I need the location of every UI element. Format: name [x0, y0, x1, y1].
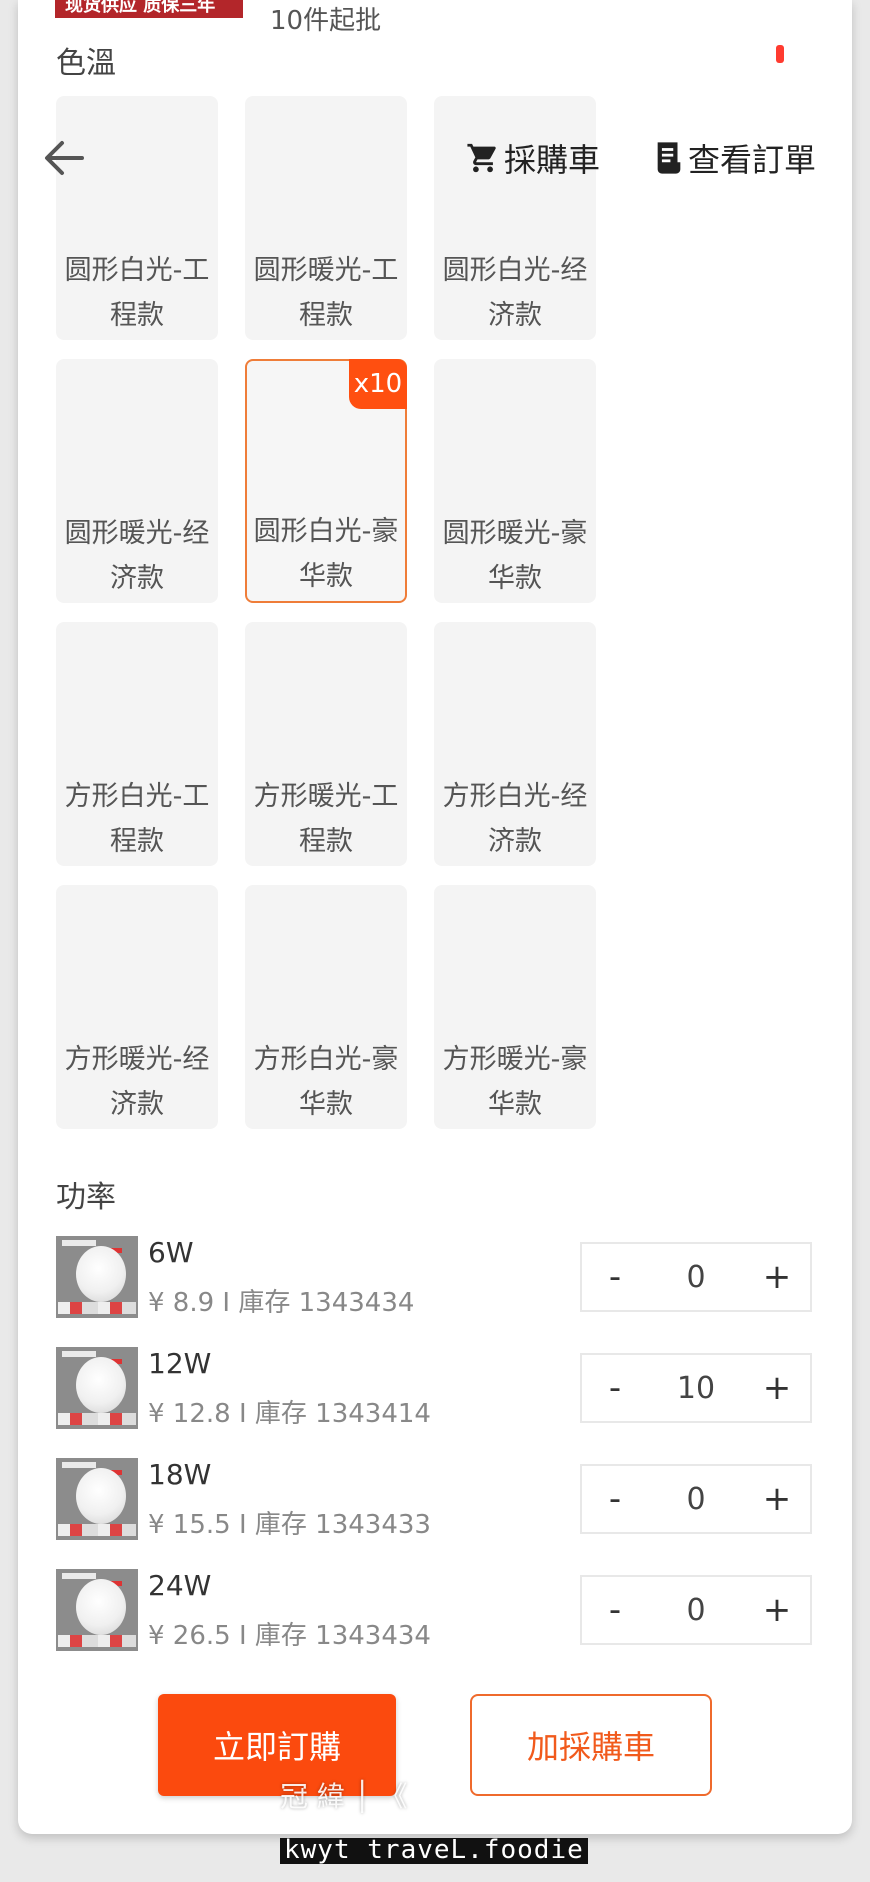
- option-tile[interactable]: 方形白光-工 程款: [56, 622, 218, 866]
- product-thumbnail: [56, 1347, 138, 1429]
- cart-link[interactable]: 採購車: [466, 138, 601, 179]
- product-thumbnail: [56, 1236, 138, 1318]
- power-row: 6W ¥ 8.9 I 庫存 1343434 - 0 +: [56, 1236, 816, 1322]
- option-tile[interactable]: 方形暖光-豪 华款: [434, 885, 596, 1129]
- power-row: 24W ¥ 26.5 I 庫存 1343434 - 0 +: [56, 1569, 816, 1655]
- price-stock: ¥ 12.8 I 庫存 1343414: [148, 1399, 431, 1429]
- option-label: 圆形白光-经 济款: [442, 255, 588, 331]
- selected-qty-badge: x10: [349, 359, 407, 409]
- view-orders-link[interactable]: 查看訂單: [654, 138, 817, 179]
- decrement-button[interactable]: -: [582, 1479, 648, 1519]
- option-label: 方形暖光-工 程款: [253, 781, 399, 857]
- option-label: 方形暖光-经 济款: [64, 1044, 210, 1120]
- price-stock: ¥ 15.5 I 庫存 1343433: [148, 1510, 431, 1540]
- decrement-button[interactable]: -: [582, 1368, 648, 1408]
- product-thumbnail: [56, 1458, 138, 1540]
- color-temp-label: 色溫: [56, 46, 116, 81]
- option-label: 圆形暖光-豪 华款: [442, 518, 588, 594]
- option-tile[interactable]: 方形白光-豪 华款: [245, 885, 407, 1129]
- decrement-button[interactable]: -: [582, 1257, 648, 1297]
- price-stock: ¥ 26.5 I 庫存 1343434: [148, 1621, 431, 1651]
- power-watt: 6W: [148, 1236, 194, 1269]
- power-watt: 24W: [148, 1569, 212, 1602]
- option-label: 圆形白光-工 程款: [64, 255, 210, 331]
- quantity-stepper: - 0 +: [580, 1242, 812, 1312]
- screen: 现货供应 质保三年 10件起批 色溫 圆形白光-工 程款 圆形暖光-工 程款 圆形白…: [0, 0, 870, 1882]
- decrement-button[interactable]: -: [582, 1590, 648, 1630]
- option-tile[interactable]: 圆形暖光-经 济款: [56, 359, 218, 603]
- option-tile[interactable]: 方形暖光-工 程款: [245, 622, 407, 866]
- quantity-value[interactable]: 0: [648, 1593, 744, 1628]
- product-thumbnail: [56, 1569, 138, 1651]
- option-tile-selected[interactable]: x10 圆形白光-豪 华款: [245, 359, 407, 603]
- option-tile[interactable]: 圆形暖光-豪 华款: [434, 359, 596, 603]
- option-label: 方形暖光-豪 华款: [442, 1044, 588, 1120]
- quantity-value[interactable]: 10: [648, 1371, 744, 1406]
- receipt-icon: [657, 142, 681, 174]
- power-watt: 18W: [148, 1458, 212, 1491]
- price-stock: ¥ 8.9 I 庫存 1343434: [148, 1288, 415, 1318]
- power-label: 功率: [56, 1180, 116, 1215]
- increment-button[interactable]: +: [744, 1479, 810, 1519]
- option-tile[interactable]: 方形白光-经 济款: [434, 622, 596, 866]
- power-row: 18W ¥ 15.5 I 庫存 1343433 - 0 +: [56, 1458, 816, 1544]
- increment-button[interactable]: +: [744, 1257, 810, 1297]
- notification-dot: [776, 45, 784, 63]
- quantity-stepper: - 0 +: [580, 1575, 812, 1645]
- option-label: 方形白光-工 程款: [64, 781, 210, 857]
- option-tile[interactable]: 圆形白光-经 济款: [434, 96, 596, 340]
- min-order-text: 10件起批: [270, 6, 382, 36]
- option-tile[interactable]: 圆形暖光-工 程款: [245, 96, 407, 340]
- quantity-stepper: - 10 +: [580, 1353, 812, 1423]
- option-tile[interactable]: 圆形白光-工 程款: [56, 96, 218, 340]
- quantity-stepper: - 0 +: [580, 1464, 812, 1534]
- option-label: 方形白光-豪 华款: [253, 1044, 399, 1120]
- cart-icon: [467, 143, 496, 173]
- watermark-text: 冠 緯 │ 《: [280, 1780, 408, 1813]
- back-button[interactable]: [42, 136, 86, 180]
- quantity-value[interactable]: 0: [648, 1260, 744, 1295]
- watermark-url: kwyt traveL.foodie: [280, 1837, 588, 1864]
- option-label: 圆形暖光-工 程款: [253, 255, 399, 331]
- quantity-value[interactable]: 0: [648, 1482, 744, 1517]
- power-watt: 12W: [148, 1347, 212, 1380]
- view-orders-label: 查看訂單: [688, 141, 817, 179]
- power-row: 12W ¥ 12.8 I 庫存 1343414 - 10 +: [56, 1347, 816, 1433]
- option-tile[interactable]: 方形暖光-经 济款: [56, 885, 218, 1129]
- cart-link-label: 採購車: [504, 141, 601, 179]
- option-label: 圆形暖光-经 济款: [64, 518, 210, 594]
- promo-badge: 现货供应 质保三年: [55, 0, 243, 18]
- arrow-left-icon: [45, 141, 84, 175]
- option-label: 方形白光-经 济款: [442, 781, 588, 857]
- increment-button[interactable]: +: [744, 1368, 810, 1408]
- add-to-cart-button[interactable]: 加採購車: [470, 1694, 712, 1796]
- increment-button[interactable]: +: [744, 1590, 810, 1630]
- option-label: 圆形白光-豪 华款: [253, 516, 399, 592]
